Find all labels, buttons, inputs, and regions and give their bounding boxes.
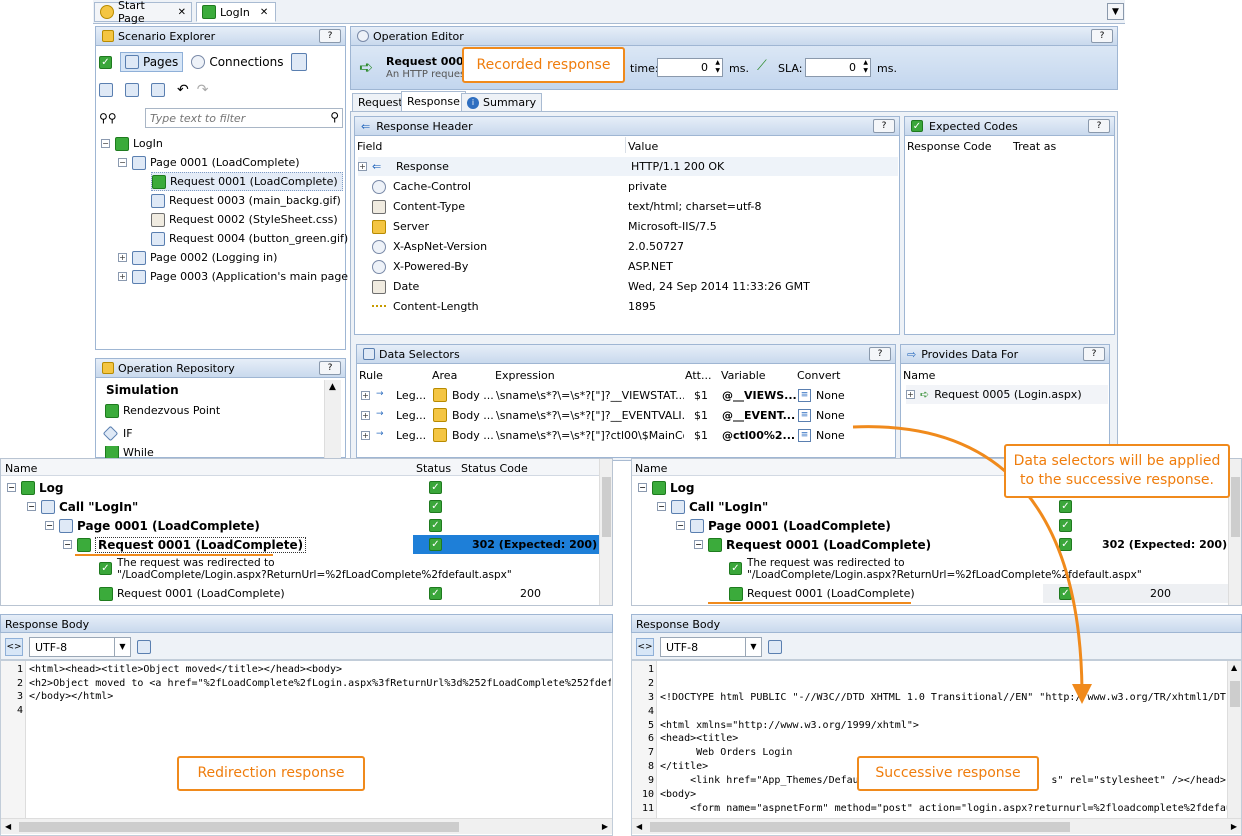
callout-recorded-response: Recorded response [462,47,625,83]
callout-data-selectors: Data selectors will be applied to the su… [1004,444,1230,498]
callout-redirection-response: Redirection response [177,756,365,791]
annotation-arrow [852,425,1092,704]
callout-successive-response: Successive response [857,756,1039,791]
arrow-head [1072,684,1092,704]
